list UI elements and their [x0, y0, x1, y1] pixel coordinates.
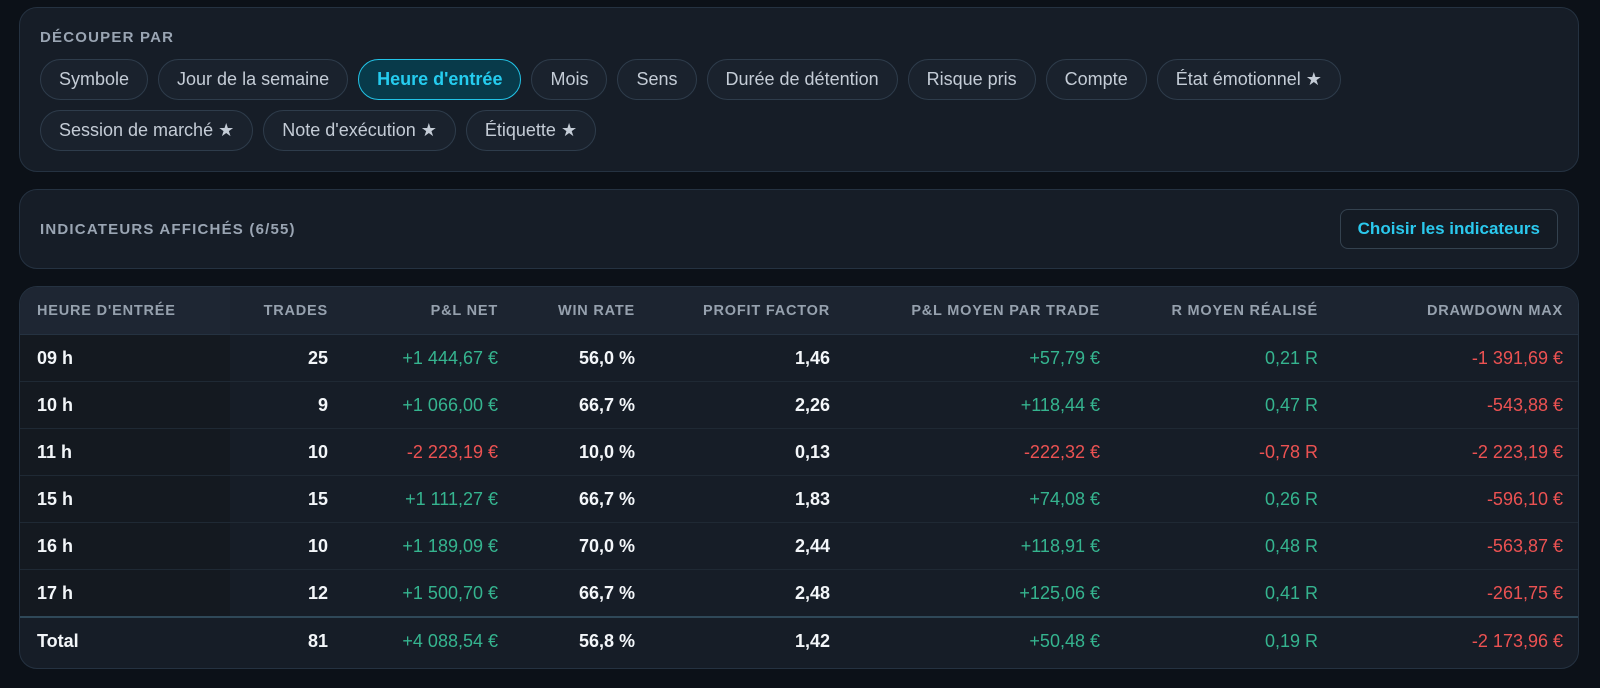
row-hour: 10 h [20, 381, 230, 429]
row-profit-factor: 0,13 [652, 428, 847, 476]
group-by-chip[interactable]: Note d'exécution ★ [263, 110, 456, 151]
group-by-chip[interactable]: Étiquette ★ [465, 110, 597, 151]
table-row[interactable]: 11 h 10 -2 223,19 €10,0 % 0,13 -222,32 € -0,7… [20, 428, 1578, 476]
row-trades: 9 [230, 381, 345, 429]
total-trades: 81 [230, 616, 345, 665]
row-pnl: +1 066,00 € [345, 381, 515, 429]
row-pnl: +1 500,70 € [402, 582, 498, 603]
group-by-chip[interactable]: Session de marché ★ [40, 110, 254, 151]
group-by-panel: DÉCOUPER PAR Symbole Jour de la semaine He… [19, 7, 1579, 172]
group-by-chip[interactable]: Symbole [40, 59, 149, 100]
row-profit-factor: 2,44 [652, 522, 847, 570]
row-profit-factor: 1,46 [652, 334, 847, 382]
row-drawdown: -563,87 € [1335, 522, 1578, 570]
row-drawdown: -261,75 € [1486, 582, 1563, 603]
row-avg-pnl: +125,06 € [1019, 582, 1100, 603]
row-drawdown: -596,10 € [1335, 475, 1578, 523]
table-row[interactable]: 15 h 15 +1 111,27 €66,7 % 1,83 +74,08 €0,26 … [20, 475, 1578, 523]
col-header-hour[interactable]: HEURE D'ENTRÉE [20, 287, 230, 335]
row-trades: 12 [307, 582, 328, 603]
group-by-chip[interactable]: Heure d'entrée [358, 59, 522, 100]
group-by-chip[interactable]: Mois [531, 59, 608, 100]
table-header-row: HEURE D'ENTRÉE TRADES P&L NET WIN RATE P… [20, 287, 1578, 335]
col-header-winrate[interactable]: WIN RATE [515, 287, 652, 335]
total-profit-factor: 1,42 [652, 616, 847, 665]
row-hour: 16 h [20, 522, 230, 570]
row-trades: 15 [230, 475, 345, 523]
table-row[interactable]: 17 h 12 +1 500,70 € 66,7 % 2,48 +125,06 € 0,41… [20, 569, 1578, 617]
group-by-chips: Symbole Jour de la semaine Heure d'entrée M… [40, 59, 1460, 151]
row-drawdown: -1 391,69 € [1335, 334, 1578, 382]
row-pnl: +1 444,67 € [345, 334, 515, 382]
row-winrate: 70,0 % [515, 522, 652, 570]
row-avg-r: 0,21 R [1117, 334, 1335, 382]
row-hour: 09 h [20, 334, 230, 382]
row-profit-factor: 2,48 [794, 582, 830, 603]
row-winrate: 66,7 % [515, 381, 652, 429]
group-by-chip[interactable]: Jour de la semaine [158, 59, 349, 100]
row-profit-factor: 1,83 [652, 475, 847, 523]
row-winrate: 10,0 % [515, 428, 652, 476]
row-avg-pnl: +57,79 € [847, 334, 1117, 382]
row-avg-r: 0,41 R [1264, 582, 1318, 603]
table-row[interactable]: 16 h 10 +1 189,09 €70,0 % 2,44 +118,91 €0,48… [20, 522, 1578, 570]
table-row[interactable]: 10 h 9 +1 066,00 €66,7 % 2,26 +118,44 €0,47 … [20, 381, 1578, 429]
total-label: Total [20, 616, 230, 665]
row-avg-r: 0,47 R [1117, 381, 1335, 429]
row-trades: 25 [230, 334, 345, 382]
row-trades: 10 [230, 428, 345, 476]
row-hour: 17 h [20, 569, 230, 617]
col-header-pnl[interactable]: P&L NET [345, 287, 515, 335]
total-drawdown: -2 173,96 € [1335, 616, 1578, 665]
row-drawdown: -2 223,19 € [1335, 428, 1578, 476]
col-header-avg-r[interactable]: R MOYEN RÉALISÉ [1117, 287, 1335, 335]
col-header-profit-factor[interactable]: PROFIT FACTOR [652, 287, 847, 335]
group-by-chip[interactable]: Risque pris [907, 59, 1036, 100]
row-avg-pnl: -222,32 € [847, 428, 1117, 476]
stats-table-panel: HEURE D'ENTRÉE TRADES P&L NET WIN RATE P… [19, 286, 1579, 669]
row-pnl: -2 223,19 € [345, 428, 515, 476]
row-hour: 15 h [20, 475, 230, 523]
group-by-chip[interactable]: État émotionnel ★ [1156, 59, 1341, 100]
table-row[interactable]: 09 h 25 +1 444,67 €56,0 % 1,46 +57,79 €0,21 … [20, 334, 1578, 382]
total-avg-r: 0,19 R [1117, 616, 1335, 665]
col-header-avg-pnl[interactable]: P&L MOYEN PAR TRADE [847, 287, 1117, 335]
row-avg-r: -0,78 R [1117, 428, 1335, 476]
row-pnl: +1 111,27 € [345, 475, 515, 523]
row-avg-r: 0,48 R [1117, 522, 1335, 570]
indicators-panel: INDICATEURS AFFICHÉS (6/55) Choisir les … [19, 189, 1579, 269]
row-hour: 11 h [20, 428, 230, 476]
col-header-trades[interactable]: TRADES [230, 287, 345, 335]
group-by-chip[interactable]: Sens [617, 59, 697, 100]
row-drawdown: -543,88 € [1335, 381, 1578, 429]
row-trades: 10 [230, 522, 345, 570]
group-by-title: DÉCOUPER PAR [40, 29, 175, 46]
row-winrate: 66,7 % [578, 582, 635, 603]
table-total-row: Total 81 +4 088,54 € 56,8 % 1,42 +50,48 … [20, 616, 1578, 665]
total-avg-pnl: +50,48 € [847, 616, 1117, 665]
total-pnl: +4 088,54 € [345, 616, 515, 665]
row-profit-factor: 2,26 [652, 381, 847, 429]
row-winrate: 66,7 % [515, 475, 652, 523]
choose-indicators-button[interactable]: Choisir les indicateurs [1339, 209, 1558, 249]
group-by-chip[interactable]: Durée de détention [706, 59, 898, 100]
row-avg-r: 0,26 R [1117, 475, 1335, 523]
total-winrate: 56,8 % [515, 616, 652, 665]
row-avg-pnl: +118,91 € [847, 522, 1117, 570]
row-avg-pnl: +118,44 € [847, 381, 1117, 429]
indicators-title: INDICATEURS AFFICHÉS (6/55) [40, 220, 296, 238]
group-by-chip[interactable]: Compte [1045, 59, 1147, 100]
col-header-drawdown[interactable]: DRAWDOWN MAX [1335, 287, 1578, 335]
row-avg-pnl: +74,08 € [847, 475, 1117, 523]
row-winrate: 56,0 % [515, 334, 652, 382]
row-pnl: +1 189,09 € [345, 522, 515, 570]
stats-table: HEURE D'ENTRÉE TRADES P&L NET WIN RATE P… [20, 287, 1578, 665]
